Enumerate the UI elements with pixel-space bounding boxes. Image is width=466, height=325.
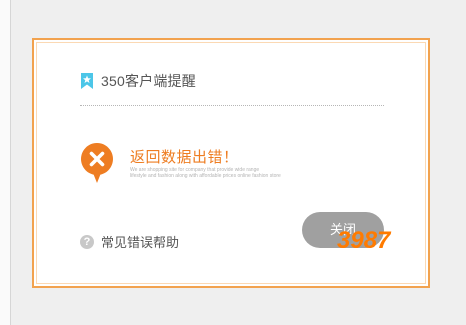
error-message-title: 返回数据出错！ — [130, 149, 239, 166]
bookmark-star-icon — [81, 73, 93, 89]
help-link[interactable]: ? 常见错误帮助 — [80, 232, 179, 251]
close-x-pin-icon — [80, 143, 113, 183]
watermark-logo: 3987 — [337, 227, 392, 252]
question-circle-icon: ? — [80, 234, 94, 249]
error-subtext-line-2: lifestyle and fashion along with afforda… — [130, 173, 281, 179]
header-divider — [80, 105, 384, 106]
error-message-subtext: We are shopping site for company that pr… — [130, 167, 281, 179]
left-edge-strip — [0, 0, 11, 325]
dialog-title: 350客户端提醒 — [101, 73, 196, 89]
watermark-text: 3987 — [337, 227, 392, 252]
help-link-label: 常见错误帮助 — [101, 235, 180, 250]
dialog-header: 350客户端提醒 — [80, 70, 196, 92]
